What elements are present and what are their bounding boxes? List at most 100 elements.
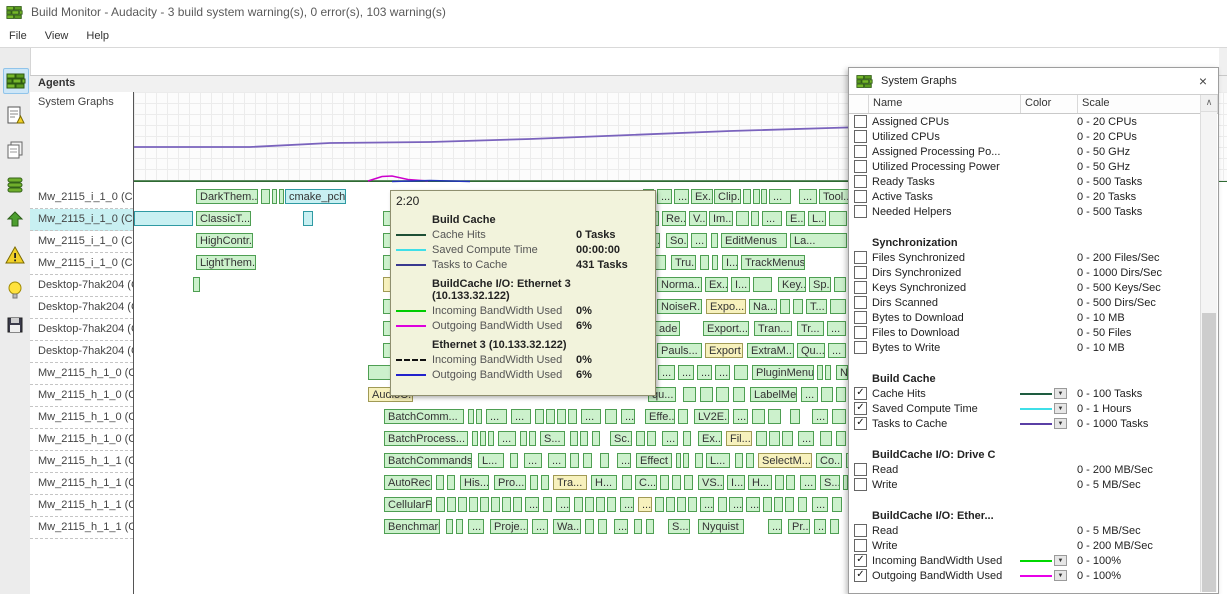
task-box[interactable]: ... — [468, 519, 484, 534]
graph-metric-row[interactable]: Read0 - 5 MB/Sec — [850, 523, 1200, 538]
task-box[interactable] — [830, 299, 846, 314]
task-box[interactable] — [718, 497, 727, 512]
projects-icon[interactable] — [3, 138, 27, 162]
task-box[interactable] — [458, 497, 467, 512]
close-icon[interactable]: × — [1188, 73, 1218, 89]
task-box[interactable] — [446, 519, 453, 534]
agent-row[interactable]: Mw_2115_i_1_0 (Co — [30, 209, 133, 231]
task-box[interactable] — [646, 519, 654, 534]
metric-checkbox[interactable]: ✓ — [854, 417, 867, 430]
task-box[interactable]: Sp... — [809, 277, 831, 292]
task-box[interactable] — [780, 299, 790, 314]
task-box[interactable] — [520, 431, 527, 446]
task-box[interactable] — [436, 497, 445, 512]
task-box[interactable] — [756, 431, 767, 446]
task-box[interactable]: Tr... — [797, 321, 824, 336]
task-box[interactable] — [743, 189, 751, 204]
task-box[interactable] — [193, 277, 200, 292]
agent-row[interactable]: Mw_2115_h_1_1 (C — [30, 473, 133, 495]
task-box[interactable] — [502, 497, 511, 512]
task-box[interactable]: ... — [733, 409, 748, 424]
task-box[interactable] — [832, 497, 842, 512]
color-dropdown-icon[interactable]: ▼ — [1054, 570, 1067, 581]
task-box[interactable]: VS... — [698, 475, 724, 490]
menu-help[interactable]: Help — [77, 30, 118, 42]
task-box[interactable]: ... — [525, 497, 539, 512]
metric-checkbox[interactable]: ✓ — [854, 402, 867, 415]
task-box[interactable]: Pr... — [788, 519, 810, 534]
agent-row[interactable]: Mw_2115_i_1_0 (Co — [30, 187, 133, 209]
task-box[interactable]: ... — [556, 497, 570, 512]
task-box[interactable]: Tran... — [754, 321, 792, 336]
task-box[interactable] — [798, 497, 807, 512]
task-box[interactable]: ... — [678, 365, 694, 380]
task-box[interactable] — [830, 519, 839, 534]
task-box[interactable] — [585, 519, 594, 534]
task-box[interactable] — [734, 365, 748, 380]
graph-metric-row[interactable]: Read0 - 200 MB/Sec — [850, 462, 1200, 477]
metric-checkbox[interactable]: ✓ — [854, 569, 867, 582]
task-box[interactable] — [543, 497, 552, 512]
task-box[interactable] — [683, 453, 689, 468]
task-box[interactable] — [480, 497, 489, 512]
save-icon[interactable] — [3, 313, 27, 337]
task-box[interactable] — [821, 387, 833, 402]
task-box[interactable] — [574, 497, 583, 512]
scrollbar[interactable]: ∧ — [1200, 95, 1217, 592]
task-box[interactable]: Im... — [709, 211, 733, 226]
task-box[interactable]: TrackMenus — [741, 255, 805, 270]
column-color[interactable]: Color — [1021, 95, 1078, 113]
task-box[interactable]: Pro... — [494, 475, 526, 490]
task-box[interactable]: ... — [486, 409, 507, 424]
task-box[interactable]: ExtraM... — [747, 343, 794, 358]
task-box[interactable] — [468, 409, 474, 424]
agent-row[interactable]: Mw_2115_h_1_0 (C — [30, 385, 133, 407]
task-box[interactable] — [605, 409, 617, 424]
task-box[interactable] — [688, 497, 697, 512]
metric-checkbox[interactable]: ✓ — [854, 387, 867, 400]
task-box[interactable]: Wa... — [553, 519, 581, 534]
task-box[interactable]: ... — [700, 497, 714, 512]
graph-metric-row[interactable]: Write0 - 200 MB/Sec — [850, 538, 1200, 553]
task-box[interactable]: C... — [635, 475, 657, 490]
graph-metric-row[interactable]: Utilized CPUs0 - 20 CPUs — [850, 129, 1200, 144]
task-box[interactable] — [472, 431, 478, 446]
task-box[interactable] — [530, 475, 538, 490]
task-box[interactable]: ... — [620, 497, 634, 512]
task-box[interactable] — [447, 497, 456, 512]
task-box[interactable]: Tool... — [819, 189, 849, 204]
agent-row[interactable]: Mw_2115_i_1_0 (Co — [30, 231, 133, 253]
task-box[interactable]: Qu... — [797, 343, 825, 358]
task-box[interactable]: ... — [812, 409, 828, 424]
task-box[interactable]: ... — [691, 233, 707, 248]
task-box[interactable] — [513, 497, 522, 512]
metric-checkbox[interactable] — [854, 524, 867, 537]
task-box[interactable]: Nyquist — [698, 519, 744, 534]
task-box[interactable]: I... — [731, 277, 750, 292]
metric-checkbox[interactable] — [854, 251, 867, 264]
task-box[interactable] — [677, 497, 686, 512]
metric-checkbox[interactable] — [854, 115, 867, 128]
task-box[interactable] — [546, 409, 555, 424]
task-box[interactable] — [570, 453, 579, 468]
task-box[interactable] — [836, 387, 846, 402]
task-box[interactable]: ... — [729, 497, 743, 512]
graph-metric-row[interactable]: Utilized Processing Power0 - 50 GHz — [850, 159, 1200, 174]
agent-row[interactable]: Mw_2115_i_1_0 (Co — [30, 253, 133, 275]
column-name[interactable]: Name — [869, 95, 1021, 113]
task-box[interactable] — [261, 189, 270, 204]
task-box[interactable] — [769, 431, 780, 446]
task-box[interactable] — [761, 189, 767, 204]
system-graphs-titlebar[interactable]: System Graphs × — [849, 68, 1218, 95]
task-box[interactable] — [535, 409, 544, 424]
build-progress-icon[interactable] — [3, 68, 29, 94]
task-box[interactable]: Export — [705, 343, 743, 358]
metric-checkbox[interactable] — [854, 205, 867, 218]
metric-checkbox[interactable] — [854, 175, 867, 188]
task-box[interactable]: His... — [460, 475, 489, 490]
graph-metric-row[interactable]: ✓Incoming BandWidth Used▼0 - 100% — [850, 553, 1200, 568]
task-box[interactable] — [436, 475, 444, 490]
task-box[interactable]: S... — [540, 431, 565, 446]
task-box[interactable]: ... — [812, 497, 828, 512]
task-box[interactable]: Tra... — [553, 475, 587, 490]
